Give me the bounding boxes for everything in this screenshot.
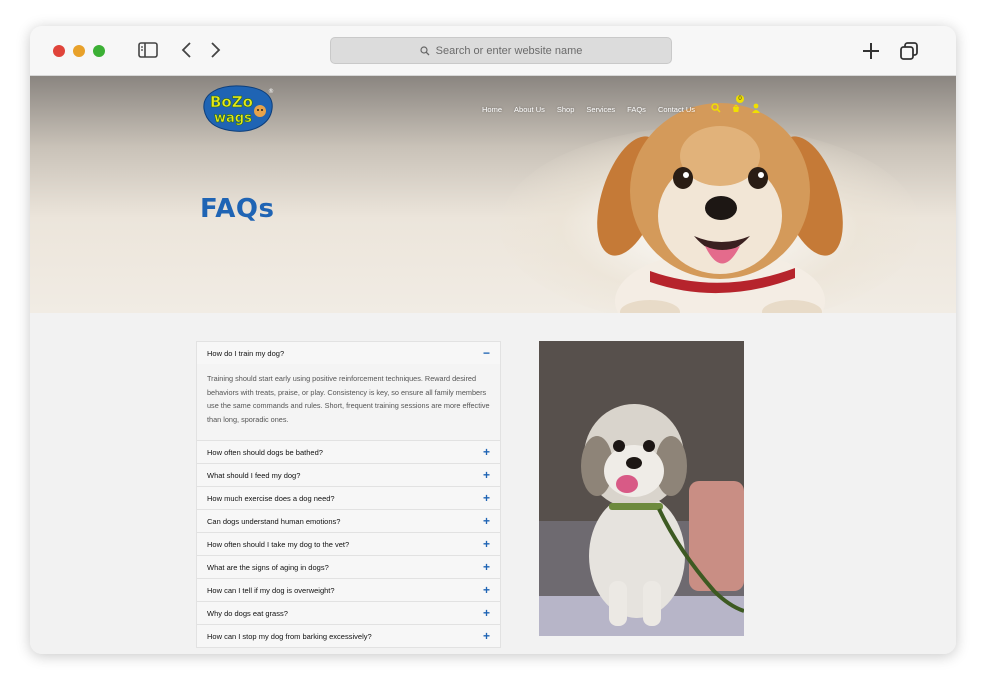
faq-item: How can I tell if my dog is overweight? …: [196, 579, 501, 602]
faq-question: How often should I take my dog to the ve…: [207, 539, 350, 549]
faq-question-button[interactable]: How often should dogs be bathed? +: [197, 441, 500, 463]
plus-icon[interactable]: +: [483, 469, 490, 481]
plus-icon[interactable]: +: [483, 492, 490, 504]
web-page: BoZo wags ® Home About Us Shop Services …: [30, 76, 956, 654]
faq-question-button[interactable]: How often should I take my dog to the ve…: [197, 533, 500, 555]
faq-question: How can I stop my dog from barking exces…: [207, 631, 372, 641]
plus-icon[interactable]: +: [483, 607, 490, 619]
nav-services[interactable]: Services: [586, 105, 615, 114]
faq-item: What are the signs of aging in dogs? +: [196, 556, 501, 579]
faq-question-button[interactable]: How do I train my dog? −: [197, 342, 500, 364]
faq-question: What are the signs of aging in dogs?: [207, 562, 329, 572]
faq-item: How much exercise does a dog need? +: [196, 487, 501, 510]
hero-banner: BoZo wags ® Home About Us Shop Services …: [30, 76, 956, 313]
sidebar-toggle-icon[interactable]: [137, 40, 159, 65]
faq-question: How can I tell if my dog is overweight?: [207, 585, 335, 595]
browser-window: Search or enter website name BoZo wags ®…: [30, 26, 956, 654]
search-icon[interactable]: [711, 100, 721, 118]
minimize-window-button[interactable]: [73, 45, 85, 57]
faq-question: How much exercise does a dog need?: [207, 493, 335, 503]
main-nav: Home About Us Shop Services FAQs Contact…: [482, 95, 767, 118]
faq-item: What should I feed my dog? +: [196, 464, 501, 487]
plus-icon[interactable]: +: [483, 538, 490, 550]
faq-item: How do I train my dog? − Training should…: [196, 341, 501, 441]
nav-about-us[interactable]: About Us: [514, 105, 545, 114]
minus-icon[interactable]: −: [483, 347, 490, 359]
nav-contact-us[interactable]: Contact Us: [658, 105, 695, 114]
faq-question: How often should dogs be bathed?: [207, 447, 323, 457]
registered-mark: ®: [268, 88, 274, 95]
faq-question-button[interactable]: Can dogs understand human emotions? +: [197, 510, 500, 532]
address-bar[interactable]: Search or enter website name: [330, 37, 672, 64]
close-window-button[interactable]: [53, 45, 65, 57]
svg-text:BoZo: BoZo: [210, 93, 253, 111]
cart-icon[interactable]: 0: [731, 95, 745, 118]
forward-icon[interactable]: [208, 40, 222, 65]
nav-faqs[interactable]: FAQs: [627, 105, 646, 114]
faq-question: How do I train my dog?: [207, 348, 285, 358]
faq-answer: Training should start early using positi…: [197, 364, 500, 440]
page-title: FAQs: [200, 194, 275, 224]
browser-toolbar: Search or enter website name: [30, 26, 956, 76]
svg-text:wags: wags: [214, 111, 252, 126]
plus-icon[interactable]: +: [483, 446, 490, 458]
faq-question: What should I feed my dog?: [207, 470, 301, 480]
nav-home[interactable]: Home: [482, 105, 502, 114]
plus-icon[interactable]: +: [483, 515, 490, 527]
nav-shop[interactable]: Shop: [557, 105, 575, 114]
plus-icon[interactable]: +: [483, 630, 490, 642]
address-placeholder: Search or enter website name: [435, 44, 583, 57]
plus-icon[interactable]: +: [483, 561, 490, 573]
faq-question-button[interactable]: What should I feed my dog? +: [197, 464, 500, 486]
bozo-wags-logo[interactable]: BoZo wags ®: [200, 81, 276, 135]
tab-overview-icon[interactable]: [898, 40, 920, 67]
faq-question: Why do dogs eat grass?: [207, 608, 288, 618]
faq-item: Can dogs understand human emotions? +: [196, 510, 501, 533]
faq-item: Why do dogs eat grass? +: [196, 602, 501, 625]
back-icon[interactable]: [180, 40, 194, 65]
plus-icon[interactable]: +: [483, 584, 490, 596]
shih-tzu-photo: [539, 341, 744, 636]
faq-question-button[interactable]: How much exercise does a dog need? +: [197, 487, 500, 509]
faq-item: How often should dogs be bathed? +: [196, 441, 501, 464]
search-icon: [420, 45, 430, 55]
faq-question-button[interactable]: Why do dogs eat grass? +: [197, 602, 500, 624]
faq-question-button[interactable]: How can I tell if my dog is overweight? …: [197, 579, 500, 601]
user-account-icon[interactable]: [751, 100, 761, 118]
puppy-image: [597, 103, 843, 313]
faq-item: How can I stop my dog from barking exces…: [196, 625, 501, 648]
zoom-window-button[interactable]: [93, 45, 105, 57]
new-tab-icon[interactable]: [860, 40, 882, 67]
faq-question-button[interactable]: How can I stop my dog from barking exces…: [197, 625, 500, 647]
faq-question: Can dogs understand human emotions?: [207, 516, 341, 526]
faq-question-button[interactable]: What are the signs of aging in dogs? +: [197, 556, 500, 578]
faq-item: How often should I take my dog to the ve…: [196, 533, 501, 556]
faq-section: How do I train my dog? − Training should…: [30, 313, 956, 654]
faq-accordion: How do I train my dog? − Training should…: [196, 341, 501, 648]
cart-count-badge: 0: [736, 95, 745, 103]
